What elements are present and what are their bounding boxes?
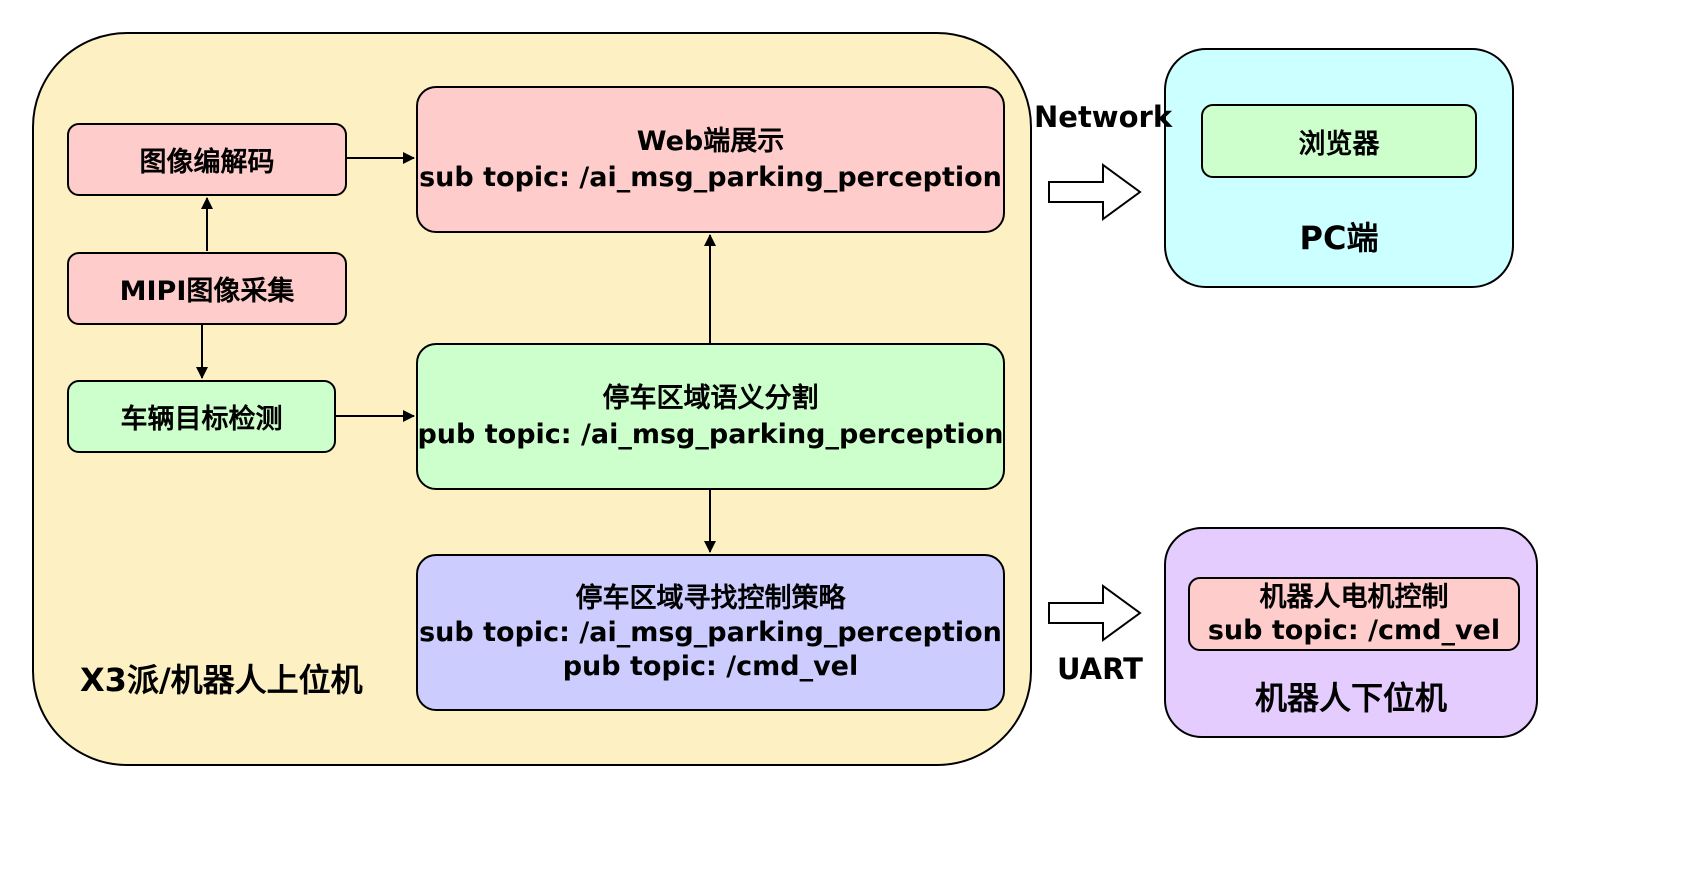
network-block-arrow [1048,163,1142,221]
uart-block-arrow [1048,584,1142,642]
connectors-layer [196,152,1142,642]
